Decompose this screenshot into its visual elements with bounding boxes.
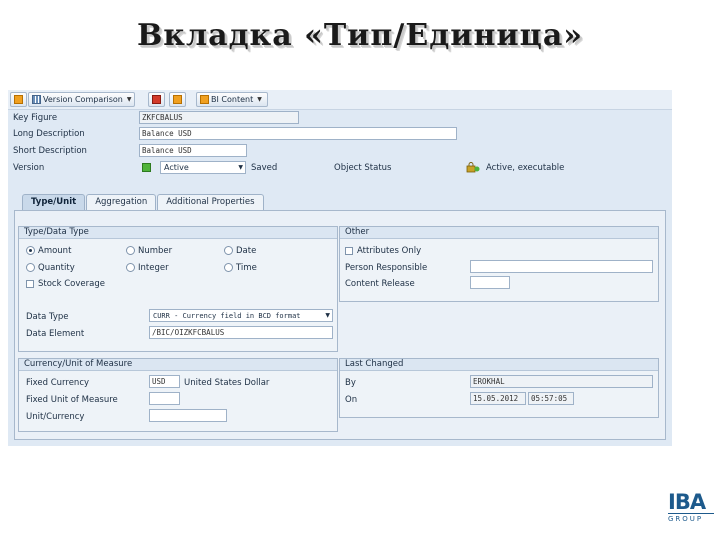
- bi-content-button[interactable]: BI Content ▼: [196, 92, 268, 107]
- data-element-label: Data Element: [26, 329, 85, 339]
- version-status: Saved: [251, 163, 278, 173]
- radio-number-label: Number: [138, 246, 173, 256]
- version-comparison-button[interactable]: Version Comparison ▼: [28, 92, 136, 107]
- iba-group-logo: IBA GROUP: [668, 492, 718, 528]
- person-responsible-field[interactable]: [470, 260, 653, 273]
- logo-main-text: IBA: [668, 490, 706, 514]
- bi-content-label: BI Content: [211, 95, 254, 104]
- chevron-down-icon: ▼: [257, 96, 262, 103]
- last-changed-group: Last Changed: [339, 358, 659, 418]
- version-comparison-label: Version Comparison: [43, 95, 123, 104]
- currency-group-title: Currency/Unit of Measure: [19, 359, 337, 371]
- radio-quantity-label: Quantity: [38, 263, 75, 273]
- long-description-field[interactable]: Balance USD: [139, 127, 457, 140]
- toolbar: Version Comparison ▼ BI Content ▼: [8, 90, 672, 110]
- content-icon: [200, 95, 209, 104]
- radio-amount[interactable]: [26, 246, 35, 255]
- chevron-down-icon: ▼: [325, 312, 330, 319]
- data-type-label: Data Type: [26, 312, 69, 322]
- tab-additional-properties[interactable]: Additional Properties: [157, 194, 264, 210]
- fixed-unit-label: Fixed Unit of Measure: [26, 395, 118, 405]
- version-label: Version: [13, 163, 45, 173]
- attributes-only-checkbox[interactable]: [345, 247, 353, 255]
- last-changed-group-title: Last Changed: [340, 359, 658, 371]
- changed-by-field[interactable]: EROKHAL: [470, 375, 653, 388]
- truck-icon: [152, 95, 161, 104]
- long-description-label: Long Description: [13, 129, 85, 139]
- lock-status-icon: [466, 162, 480, 173]
- changed-on-time-field[interactable]: 05:57:05: [528, 392, 574, 405]
- logo-sub-text: GROUP: [668, 513, 714, 523]
- fixed-currency-field[interactable]: USD: [149, 375, 180, 388]
- short-description-field[interactable]: Balance USD: [139, 144, 247, 157]
- content-release-field[interactable]: [470, 276, 510, 289]
- changed-on-date-field[interactable]: 15.05.2012: [470, 392, 526, 405]
- radio-quantity[interactable]: [26, 263, 35, 272]
- object-status-label: Object Status: [334, 163, 392, 173]
- data-type-select[interactable]: CURR - Currency field in BCD format ▼: [149, 309, 333, 322]
- fixed-currency-text: United States Dollar: [184, 378, 270, 388]
- transport-button[interactable]: [148, 92, 165, 107]
- key-figure-label: Key Figure: [13, 113, 58, 123]
- type-group-title: Type/Data Type: [19, 227, 337, 239]
- unit-currency-field[interactable]: [149, 409, 227, 422]
- changed-by-label: By: [345, 378, 356, 388]
- radio-time-label: Time: [236, 263, 257, 273]
- fixed-unit-field[interactable]: [149, 392, 180, 405]
- content-release-label: Content Release: [345, 279, 415, 289]
- fixed-currency-label: Fixed Currency: [26, 378, 90, 388]
- version-select[interactable]: Active ▼: [160, 161, 246, 174]
- data-type-value: CURR - Currency field in BCD format: [153, 312, 301, 320]
- radio-time[interactable]: [224, 263, 233, 272]
- tab-aggregation[interactable]: Aggregation: [86, 194, 157, 210]
- radio-integer[interactable]: [126, 263, 135, 272]
- radio-date-label: Date: [236, 246, 257, 256]
- object-status-value: Active, executable: [486, 163, 565, 173]
- key-figure-field[interactable]: ZKFCBALUS: [139, 111, 299, 124]
- slide-title: Вкладка «Тип/Единица»: [136, 18, 584, 53]
- radio-date[interactable]: [224, 246, 233, 255]
- chevron-down-icon: ▼: [126, 96, 132, 103]
- hierarchy-button[interactable]: [169, 92, 186, 107]
- tab-type-unit[interactable]: Type/Unit: [22, 194, 86, 210]
- version-select-value: Active: [164, 163, 189, 172]
- radio-integer-label: Integer: [138, 263, 169, 273]
- chevron-down-icon: ▼: [238, 164, 243, 171]
- active-status-icon: [142, 163, 151, 172]
- other-group-title: Other: [340, 227, 658, 239]
- tab-strip: Type/Unit Aggregation Additional Propert…: [22, 194, 265, 210]
- unit-currency-label: Unit/Currency: [26, 412, 85, 422]
- hierarchy-icon: [173, 95, 182, 104]
- changed-on-label: On: [345, 395, 358, 405]
- menu-toggle-button[interactable]: [10, 92, 27, 107]
- short-description-label: Short Description: [13, 146, 87, 156]
- person-responsible-label: Person Responsible: [345, 263, 428, 273]
- attributes-only-label: Attributes Only: [357, 246, 422, 256]
- stock-coverage-checkbox[interactable]: [26, 280, 34, 288]
- data-element-field[interactable]: /BIC/OIZKFCBALUS: [149, 326, 333, 339]
- radio-number[interactable]: [126, 246, 135, 255]
- compare-icon: [32, 95, 41, 104]
- display-change-icon: [14, 95, 23, 104]
- stock-coverage-label: Stock Coverage: [38, 279, 105, 289]
- radio-amount-label: Amount: [38, 246, 72, 256]
- sap-screen: Version Comparison ▼ BI Content ▼ Key Fi…: [8, 90, 672, 446]
